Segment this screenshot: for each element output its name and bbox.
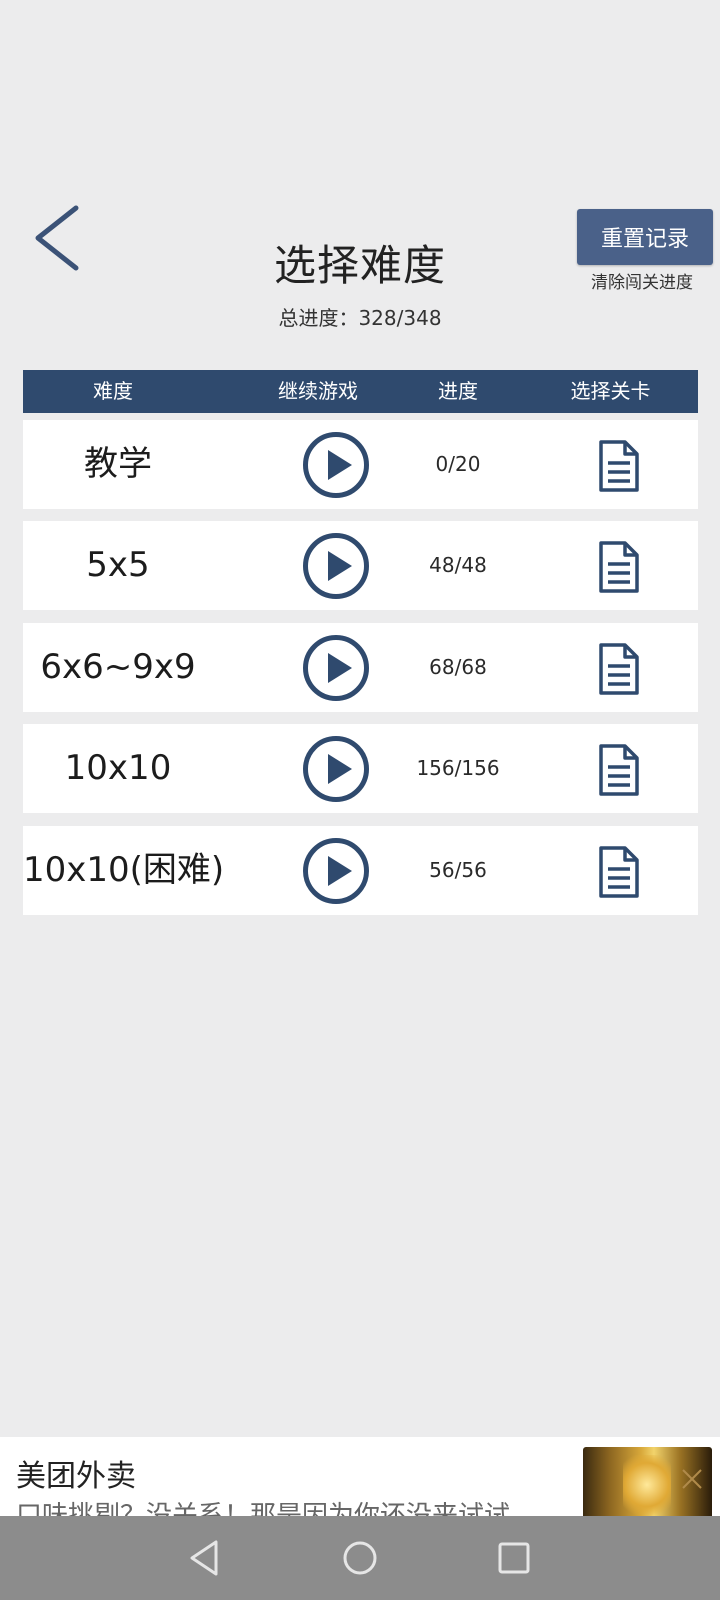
system-navigation-bar [0,1516,720,1600]
document-icon [599,643,639,695]
column-header-select-level: 选择关卡 [570,379,651,403]
select-level-button[interactable] [597,642,641,696]
column-header-continue: 继续游戏 [278,379,358,403]
difficulty-row-6x6-9x9: 6x6~9x9 68/68 [23,623,698,712]
play-circle-icon [303,838,369,904]
play-button[interactable] [302,634,370,702]
column-header-progress: 进度 [438,379,478,403]
document-icon [599,440,639,492]
difficulty-row-tutorial: 教学 0/20 [23,420,698,509]
difficulty-name: 10x10 [64,748,172,788]
progress-value: 0/20 [435,452,481,476]
ad-close-button[interactable] [680,1467,704,1491]
difficulty-row-10x10: 10x10 156/156 [23,724,698,813]
select-level-button[interactable] [597,439,641,493]
progress-value: 48/48 [429,553,487,577]
difficulty-row-10x10-hard: 10x10(困难) 56/56 [23,826,698,915]
nav-recents-button[interactable] [492,1536,536,1580]
nav-home-button[interactable] [338,1536,382,1580]
square-recents-icon [498,1542,530,1574]
difficulty-row-5x5: 5x5 48/48 [23,521,698,610]
document-icon [599,541,639,593]
circle-home-icon [343,1541,377,1575]
select-level-button[interactable] [597,845,641,899]
progress-value: 56/56 [429,858,487,882]
select-level-button[interactable] [597,743,641,797]
select-level-button[interactable] [597,540,641,594]
difficulty-name: 6x6~9x9 [40,647,196,687]
play-circle-icon [303,432,369,498]
difficulty-name: 5x5 [86,545,150,585]
reset-hint: 清除闯关进度 [591,273,693,293]
nav-back-button[interactable] [184,1536,228,1580]
play-circle-icon [303,635,369,701]
triangle-back-icon [190,1540,218,1576]
table-header: 难度 继续游戏 进度 选择关卡 [23,370,698,413]
total-progress: 总进度：328/348 [278,306,442,330]
difficulty-name: 10x10(困难) [23,850,225,890]
play-button[interactable] [302,735,370,803]
reset-record-button[interactable]: 重置记录 [577,209,713,265]
play-circle-icon [303,736,369,802]
document-icon [599,744,639,796]
ad-title: 美团外卖 [16,1459,136,1494]
progress-value: 68/68 [429,655,487,679]
play-button[interactable] [302,532,370,600]
play-button[interactable] [302,837,370,905]
close-icon [682,1469,702,1489]
difficulty-name: 教学 [84,444,152,484]
progress-value: 156/156 [416,756,500,780]
play-circle-icon [303,533,369,599]
play-button[interactable] [302,431,370,499]
document-icon [599,846,639,898]
column-header-difficulty: 难度 [93,379,133,403]
